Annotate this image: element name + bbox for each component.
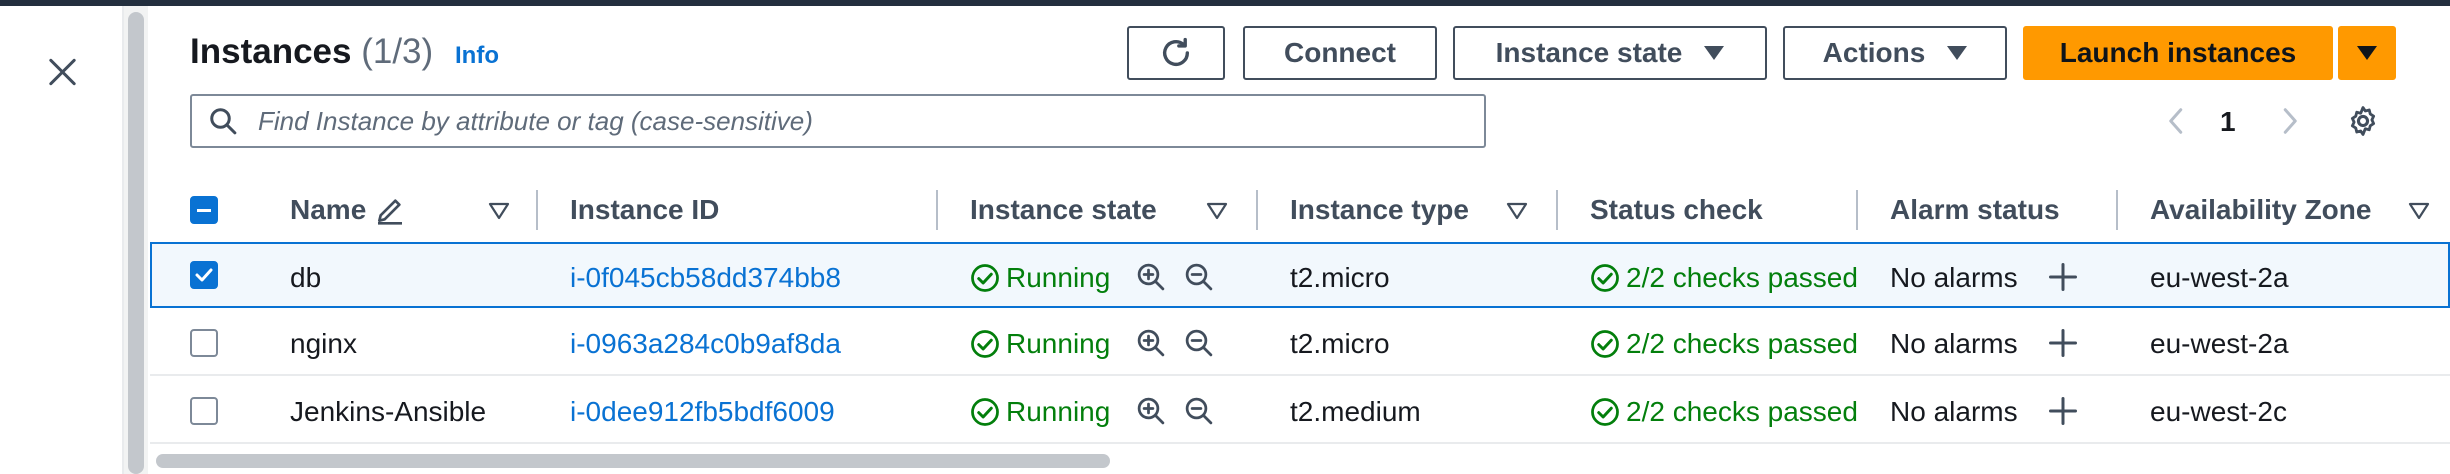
column-header-status-check[interactable]: Status check: [1590, 194, 1763, 226]
page-title: Instances (1/3): [190, 32, 433, 72]
column-divider[interactable]: [536, 190, 538, 230]
alarm-status: No alarms: [1890, 396, 2018, 427]
plus-icon[interactable]: [2048, 328, 2078, 358]
instance-id-link[interactable]: i-0963a284c0b9af8da: [570, 328, 841, 360]
column-header-availability-zone[interactable]: Availability Zone: [2150, 194, 2371, 226]
check-circle-icon: [1591, 398, 1619, 426]
instance-type: t2.micro: [1290, 262, 1390, 293]
availability-zone: eu-west-2c: [2150, 396, 2287, 427]
instance-state-label: Instance state: [1495, 37, 1683, 68]
plus-icon[interactable]: [2048, 396, 2078, 426]
plus-icon[interactable]: [2048, 262, 2078, 292]
zoom-out-icon[interactable]: [1184, 396, 1214, 426]
zoom-out-icon[interactable]: [1184, 262, 1214, 292]
instance-id-link[interactable]: i-0dee912fb5bdf6009: [570, 396, 835, 428]
search-icon: [210, 108, 237, 135]
chevron-left-icon[interactable]: [2162, 106, 2192, 136]
gear-icon[interactable]: [2346, 104, 2380, 138]
info-link[interactable]: Info: [455, 42, 499, 70]
selection-count: (1/3): [361, 32, 434, 71]
launch-options-dropdown[interactable]: [2338, 26, 2396, 80]
sort-icon[interactable]: [488, 202, 510, 220]
instance-state: Running: [970, 396, 1110, 428]
status-check: 2/2 checks passed: [1590, 328, 1862, 360]
launch-instances-label: Launch instances: [2059, 37, 2297, 68]
caret-down-icon: [2357, 46, 2377, 60]
column-header-name[interactable]: Name: [290, 194, 366, 226]
check-circle-icon: [1591, 330, 1619, 358]
instance-name: nginx: [290, 328, 357, 359]
instance-state: Running: [970, 262, 1110, 294]
column-divider[interactable]: [1256, 190, 1258, 230]
column-header-alarm-status[interactable]: Alarm status: [1890, 194, 2060, 226]
connect-label: Connect: [1284, 37, 1396, 68]
state-text: Running: [1006, 396, 1111, 427]
row-checkbox[interactable]: [190, 397, 218, 425]
launch-instances-button[interactable]: Launch instances: [2023, 26, 2333, 80]
availability-zone: eu-west-2a: [2150, 262, 2289, 293]
status-check-text: 2/2 checks passed: [1626, 328, 1858, 359]
alarm-status: No alarms: [1890, 328, 2018, 359]
actions-label: Actions: [1822, 37, 1926, 68]
status-check: 2/2 checks passed: [1590, 396, 1862, 428]
zoom-out-icon[interactable]: [1184, 328, 1214, 358]
state-text: Running: [1006, 262, 1111, 293]
state-text: Running: [1006, 328, 1111, 359]
column-divider[interactable]: [1856, 190, 1858, 230]
refresh-button[interactable]: [1127, 26, 1225, 80]
instance-name: Jenkins-Ansible: [290, 396, 487, 427]
row-checkbox[interactable]: [190, 261, 218, 289]
search-input[interactable]: [256, 104, 1460, 138]
column-divider[interactable]: [2116, 190, 2118, 230]
left-gutter: [0, 6, 124, 474]
table-row[interactable]: nginx i-0963a284c0b9af8da Running t2.mic…: [150, 310, 2450, 376]
caret-down-icon: [1704, 46, 1725, 60]
check-circle-icon: [971, 264, 999, 292]
status-check: 2/2 checks passed: [1590, 262, 1862, 294]
instances-panel: Instances (1/3) Info Connect Instance st…: [150, 6, 2450, 474]
search-box: [190, 94, 1486, 148]
caret-down-icon: [1947, 46, 1968, 60]
title-text: Instances: [190, 32, 352, 71]
sort-icon[interactable]: [1206, 202, 1228, 220]
column-header-instance-type[interactable]: Instance type: [1290, 194, 1469, 226]
status-check-text: 2/2 checks passed: [1626, 396, 1858, 427]
pencil-icon: [378, 199, 402, 225]
check-circle-icon: [1591, 264, 1619, 292]
page-number[interactable]: 1: [2220, 106, 2236, 138]
horizontal-scrollbar[interactable]: [156, 454, 1110, 468]
instance-name: db: [290, 262, 322, 293]
zoom-in-icon[interactable]: [1136, 262, 1166, 292]
table-row[interactable]: db i-0f045cb58dd374bb8 Running t2.micro …: [150, 242, 2450, 308]
sort-icon[interactable]: [1506, 202, 1528, 220]
instance-type: t2.micro: [1290, 328, 1390, 359]
alarm-status: No alarms: [1890, 262, 2018, 293]
zoom-in-icon[interactable]: [1136, 328, 1166, 358]
row-checkbox[interactable]: [190, 329, 218, 357]
table-row[interactable]: Jenkins-Ansible i-0dee912fb5bdf6009 Runn…: [150, 378, 2450, 444]
instance-state-dropdown[interactable]: Instance state: [1453, 26, 1767, 80]
column-header-instance-id[interactable]: Instance ID: [570, 194, 719, 226]
check-circle-icon: [971, 398, 999, 426]
close-icon[interactable]: [42, 52, 82, 92]
sort-icon[interactable]: [2408, 202, 2430, 220]
chevron-right-icon[interactable]: [2274, 106, 2304, 136]
refresh-icon: [1162, 37, 1190, 66]
instance-type: t2.medium: [1290, 396, 1421, 427]
instance-id-link[interactable]: i-0f045cb58dd374bb8: [570, 262, 841, 294]
zoom-in-icon[interactable]: [1136, 396, 1166, 426]
select-all-checkbox[interactable]: [190, 196, 218, 224]
check-icon: [195, 268, 213, 282]
vertical-scrollbar[interactable]: [128, 12, 144, 474]
actions-dropdown[interactable]: Actions: [1783, 26, 2007, 80]
availability-zone: eu-west-2a: [2150, 328, 2289, 359]
column-header-instance-state[interactable]: Instance state: [970, 194, 1157, 226]
connect-button[interactable]: Connect: [1243, 26, 1437, 80]
check-circle-icon: [971, 330, 999, 358]
status-check-text: 2/2 checks passed: [1626, 262, 1858, 293]
column-divider[interactable]: [1556, 190, 1558, 230]
column-divider[interactable]: [936, 190, 938, 230]
instance-state: Running: [970, 328, 1110, 360]
table-header: Name Instance ID Instance state Instance…: [150, 176, 2450, 244]
